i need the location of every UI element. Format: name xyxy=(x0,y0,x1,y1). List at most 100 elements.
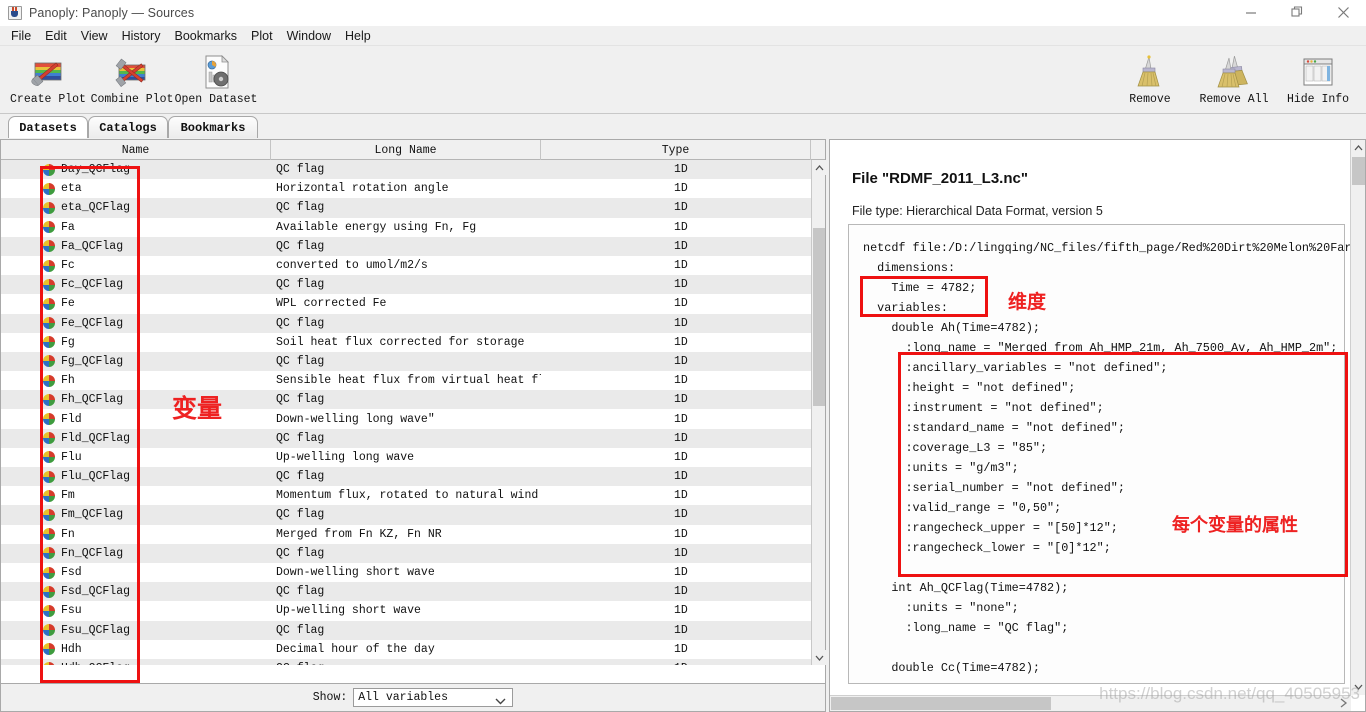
close-icon[interactable] xyxy=(1320,0,1366,26)
datasets-table-panel: Name Long Name Type Day_QCFlag QC flag 1D e… xyxy=(0,139,826,684)
table-row[interactable]: Fld Down-welling long wave" 1D xyxy=(1,409,811,429)
variable-name-text: Fld_QCFlag xyxy=(61,431,131,445)
show-variables-select[interactable]: All variables xyxy=(353,688,514,707)
cell-long-name: Down-welling short wave xyxy=(276,566,435,580)
cell-type: 1D xyxy=(674,239,688,253)
variable-icon xyxy=(43,624,55,637)
table-vertical-scrollbar[interactable] xyxy=(811,160,826,665)
table-row[interactable]: Fa Available energy using Fn, Fg 1D xyxy=(1,217,811,237)
variable-icon xyxy=(43,201,55,214)
table-row[interactable]: Fc converted to umol/m2/s 1D xyxy=(1,255,811,276)
tab-datasets[interactable]: Datasets xyxy=(8,116,88,138)
cell-variable-name: Fg xyxy=(1,336,271,349)
menu-edit[interactable]: Edit xyxy=(38,28,74,44)
cell-type: 1D xyxy=(674,623,688,637)
cdl-line: variables: xyxy=(863,301,948,315)
table-row[interactable]: Fn_QCFlag QC flag 1D xyxy=(1,543,811,563)
minimize-icon[interactable] xyxy=(1228,0,1274,26)
cell-type: 1D xyxy=(674,412,688,426)
variable-icon xyxy=(43,470,55,483)
tab-catalogs[interactable]: Catalogs xyxy=(88,116,168,138)
table-row[interactable]: Fc_QCFlag QC flag 1D xyxy=(1,275,811,295)
table-row[interactable]: Fsu_QCFlag QC flag 1D xyxy=(1,620,811,640)
scroll-thumb[interactable] xyxy=(813,228,825,406)
table-row[interactable]: Fg Soil heat flux corrected for storage 1D xyxy=(1,332,811,352)
cell-long-name: QC flag xyxy=(271,662,541,665)
create-plot-button[interactable]: Create Plot xyxy=(6,49,90,106)
cell-variable-name: Flu_QCFlag xyxy=(1,470,271,483)
cdl-text-box[interactable]: netcdf file:/D:/lingqing/NC_files/fifth_… xyxy=(848,224,1351,684)
variable-icon xyxy=(43,489,55,502)
scroll-down-icon[interactable] xyxy=(812,650,826,665)
tab-bookmarks[interactable]: Bookmarks xyxy=(168,116,258,138)
menu-view[interactable]: View xyxy=(74,28,115,44)
column-header-long-name[interactable]: Long Name xyxy=(271,140,541,160)
remove-button[interactable]: Remove xyxy=(1108,49,1192,106)
table-row[interactable]: eta Horizontal rotation angle 1D xyxy=(1,179,811,199)
table-row[interactable]: Fm Momentum flux, rotated to natural wind… xyxy=(1,486,811,506)
cdl-line: :serial_number = "not defined"; xyxy=(863,481,1125,495)
menu-help[interactable]: Help xyxy=(338,28,378,44)
table-row[interactable]: eta_QCFlag QC flag 1D xyxy=(1,198,811,218)
cell-variable-name: Fld xyxy=(1,413,271,426)
variable-icon xyxy=(43,163,55,176)
variable-icon xyxy=(43,259,55,272)
menu-plot[interactable]: Plot xyxy=(244,28,280,44)
cell-variable-name: Fsu xyxy=(1,604,271,617)
variables-table-body[interactable]: Day_QCFlag QC flag 1D eta Horizontal rotatio… xyxy=(1,160,811,665)
open-dataset-button[interactable]: Open Dataset xyxy=(174,49,258,106)
info-vertical-scrollbar[interactable] xyxy=(1350,140,1365,695)
table-row[interactable]: Fsd Down-welling short wave 1D xyxy=(1,562,811,583)
menu-window[interactable]: Window xyxy=(280,28,338,44)
hide-info-button[interactable]: Hide Info xyxy=(1276,49,1360,106)
table-row[interactable]: Flu Up-welling long wave 1D xyxy=(1,447,811,467)
tab-bookmarks-label: Bookmarks xyxy=(180,120,246,135)
table-row[interactable]: Fm_QCFlag QC flag 1D xyxy=(1,505,811,525)
maximize-icon[interactable] xyxy=(1274,0,1320,26)
table-row[interactable]: Fld_QCFlag QC flag 1D xyxy=(1,428,811,448)
cell-type: 1D xyxy=(674,546,688,560)
remove-all-button[interactable]: Remove All xyxy=(1192,49,1276,106)
variable-name-text: eta_QCFlag xyxy=(61,201,131,215)
table-row[interactable]: Hdh_QCFlag QC flag1D xyxy=(1,658,811,665)
table-row[interactable]: Fsu Up-welling short wave 1D xyxy=(1,601,811,621)
column-header-type[interactable]: Type xyxy=(541,140,811,160)
info-scroll-up-icon[interactable] xyxy=(1351,140,1366,156)
variable-name-text: Flu_QCFlag xyxy=(61,470,131,484)
cell-type: 1D xyxy=(674,297,688,311)
combine-plot-button[interactable]: Combine Plot xyxy=(90,49,174,106)
table-row[interactable]: Day_QCFlag QC flag 1D xyxy=(1,160,811,180)
table-row[interactable]: Fsd_QCFlag QC flag 1D xyxy=(1,582,811,602)
menu-file[interactable]: File xyxy=(4,28,38,44)
cdl-line: :standard_name = "not defined"; xyxy=(863,421,1125,435)
table-row[interactable]: Hdh Decimal hour of the day 1D xyxy=(1,639,811,659)
info-scroll-thumb[interactable] xyxy=(1352,157,1365,185)
cell-long-name: QC flag xyxy=(276,354,325,368)
cell-variable-name: Fc_QCFlag xyxy=(1,278,271,291)
table-row[interactable]: Fn Merged from Fn KZ, Fn NR 1D xyxy=(1,524,811,544)
cdl-line: :rangecheck_lower = "[0]*12"; xyxy=(863,541,1111,555)
info-panel-icon xyxy=(1300,52,1336,92)
table-row[interactable]: Fh Sensible heat flux from virtual heat f… xyxy=(1,371,811,391)
variable-name-text: Fe_QCFlag xyxy=(61,316,124,330)
cell-variable-name: Hdh xyxy=(1,643,271,656)
info-hscroll-thumb[interactable] xyxy=(831,697,1051,710)
variables-annotation-label: 变量 xyxy=(172,394,223,423)
cell-variable-name: Fn xyxy=(1,528,271,541)
table-row[interactable]: Fg_QCFlag QC flag 1D xyxy=(1,351,811,372)
broom-all-icon xyxy=(1214,52,1254,92)
scroll-up-icon[interactable] xyxy=(812,160,826,175)
table-row[interactable]: Flu_QCFlag QC flag 1D xyxy=(1,467,811,487)
toolbar-right-group: Remove Remove All Hide Info xyxy=(1108,49,1360,106)
table-row[interactable]: Fa_QCFlag QC flag 1D xyxy=(1,236,811,256)
table-row[interactable]: Fe_QCFlag QC flag 1D xyxy=(1,313,811,333)
cell-type: 1D xyxy=(674,527,688,541)
table-row[interactable]: Fe WPL corrected Fe 1D xyxy=(1,294,811,314)
cell-long-name: QC flag xyxy=(276,508,325,522)
variable-name-text: Day_QCFlag xyxy=(61,163,131,177)
menu-history[interactable]: History xyxy=(115,28,168,44)
table-row[interactable]: Fh_QCFlag QC flag 1D xyxy=(1,390,811,410)
cell-type: 1D xyxy=(674,316,688,330)
menu-bookmarks[interactable]: Bookmarks xyxy=(167,28,244,44)
column-header-name[interactable]: Name xyxy=(1,140,271,160)
